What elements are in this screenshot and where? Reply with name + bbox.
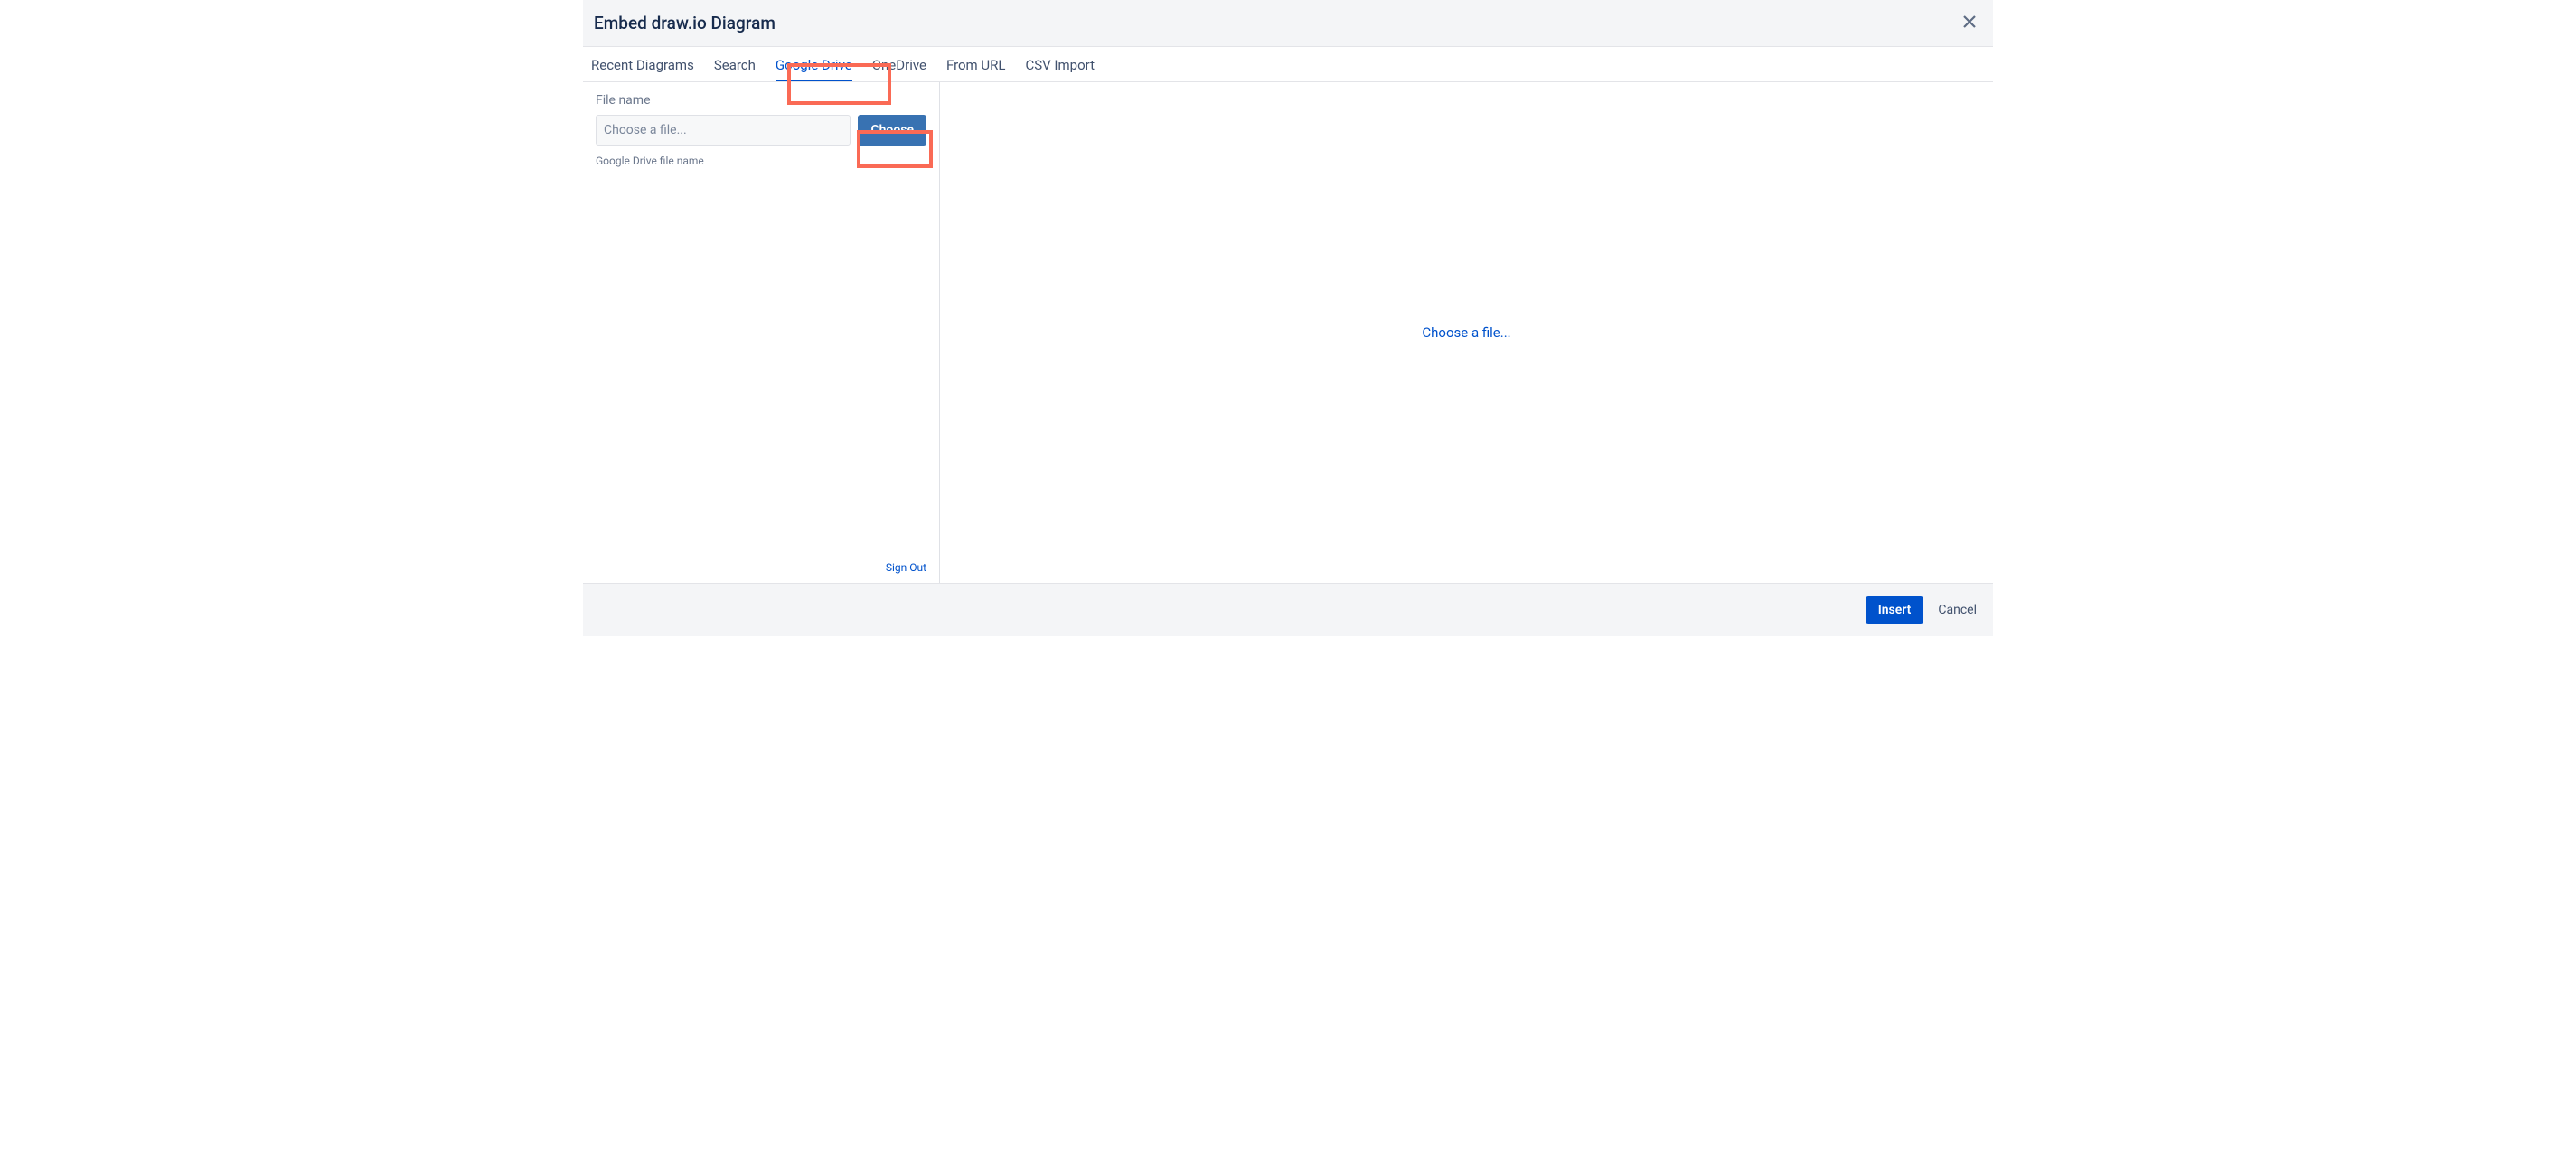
dialog-title: Embed draw.io Diagram [594,13,776,33]
tab-recent-diagrams[interactable]: Recent Diagrams [591,55,694,81]
preview-area: Choose a file... [940,82,1993,583]
cancel-button[interactable]: Cancel [1934,596,1980,624]
dialog-header: Embed draw.io Diagram [583,0,1993,47]
close-button[interactable] [1959,11,1980,35]
file-row: Choose [596,115,926,146]
insert-button[interactable]: Insert [1866,596,1924,624]
tab-from-url[interactable]: From URL [946,55,1006,81]
tab-onedrive[interactable]: OneDrive [872,55,926,81]
tabs-bar: Recent Diagrams Search Google Drive OneD… [583,47,1993,82]
file-name-input[interactable] [596,115,851,146]
left-panel: File name Choose Google Drive file name … [583,82,940,583]
preview-placeholder: Choose a file... [1422,324,1510,341]
content-area: File name Choose Google Drive file name … [583,82,1993,583]
tab-google-drive[interactable]: Google Drive [776,55,852,81]
helper-text: Google Drive file name [596,155,926,167]
choose-button[interactable]: Choose [858,115,926,146]
tab-search[interactable]: Search [714,55,756,81]
tab-csv-import[interactable]: CSV Import [1025,55,1095,81]
file-name-label: File name [596,93,926,108]
close-icon [1962,14,1977,29]
sign-out-link[interactable]: Sign Out [886,561,926,574]
dialog-footer: Insert Cancel [583,583,1993,636]
